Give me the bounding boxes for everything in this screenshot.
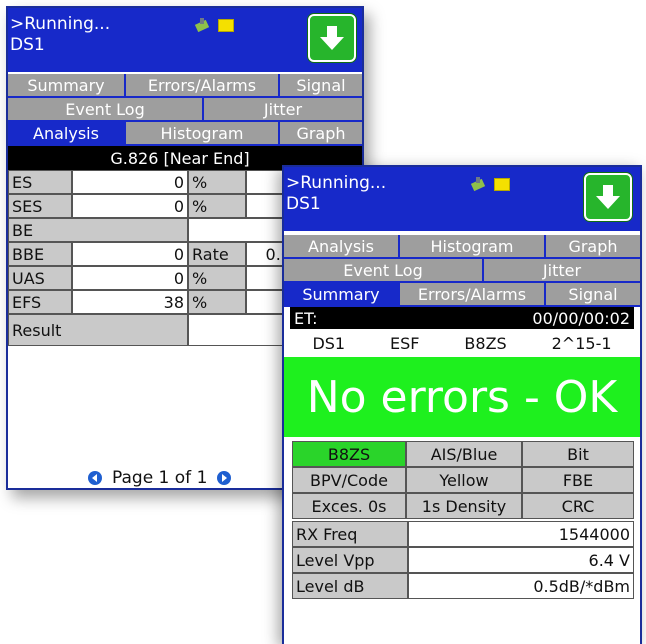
page-label: Page 1 of 1: [112, 468, 208, 488]
plug-icon: [194, 18, 212, 32]
row-label-result: Result: [8, 314, 188, 346]
tab-jitter[interactable]: Jitter: [204, 98, 362, 122]
config-pattern: 2^15-1: [551, 333, 612, 353]
tab-signal[interactable]: Signal: [546, 283, 640, 307]
indicator-crc: CRC: [522, 493, 634, 519]
meas-value-rx-freq: 1544000: [408, 521, 634, 547]
tab-summary[interactable]: Summary: [284, 283, 400, 307]
indicator-ais-blue: AIS/Blue: [406, 441, 522, 467]
row-value-bbe: 0: [72, 242, 188, 266]
config-coding: B8ZS: [464, 333, 507, 353]
indicator-ones-density: 1s Density: [406, 493, 522, 519]
row-unit-ses: %: [188, 194, 246, 218]
tab-event-log[interactable]: Event Log: [8, 98, 204, 122]
indicator-yellow: Yellow: [406, 467, 522, 493]
row-unit-es: %: [188, 170, 246, 194]
memory-card-icon: [494, 177, 510, 191]
tab-summary[interactable]: Summary: [8, 74, 126, 98]
tab-row-1: Summary Errors/Alarms Signal: [8, 74, 362, 98]
row-label-ses: SES: [8, 194, 72, 218]
row-label-efs: EFS: [8, 290, 72, 314]
row-label-uas: UAS: [8, 266, 72, 290]
row-label-be: BE: [8, 218, 188, 242]
download-arrow-icon: [320, 26, 344, 50]
indicator-excess-zeros: Exces. 0s: [292, 493, 406, 519]
tab-signal[interactable]: Signal: [280, 74, 362, 98]
result-banner: No errors - OK: [284, 357, 640, 437]
table-title-text: G.826 [Near End]: [110, 148, 250, 168]
et-value: 00/00/00:02: [532, 308, 630, 328]
tab-analysis[interactable]: Analysis: [8, 122, 126, 146]
row-label-es: ES: [8, 170, 72, 194]
config-framing: ESF: [390, 333, 420, 353]
tab-row-3: Analysis Histogram Graph: [8, 122, 362, 146]
mode-text: DS1: [10, 35, 45, 55]
row-value-efs: 38: [72, 290, 188, 314]
indicator-bpv-code: BPV/Code: [292, 467, 406, 493]
tab-jitter[interactable]: Jitter: [484, 259, 640, 283]
indicator-b8zs: B8ZS: [292, 441, 406, 467]
download-button[interactable]: [308, 14, 356, 62]
indicator-fbe: FBE: [522, 467, 634, 493]
nav-right-icon[interactable]: [217, 471, 232, 485]
meas-label-rx-freq: RX Freq: [292, 521, 408, 547]
et-label: ET:: [294, 308, 318, 328]
row-unit-uas: %: [188, 266, 246, 290]
tab-row-2: Event Log Jitter: [8, 98, 362, 122]
tab-graph[interactable]: Graph: [546, 235, 640, 259]
config-interface: DS1: [312, 333, 346, 353]
memory-card-icon: [218, 18, 234, 32]
elapsed-time-bar: ET: 00/00/00:02: [290, 307, 634, 329]
row-unit-efs: %: [188, 290, 246, 314]
front-screen: >Running... DS1 Analysis Histogram Graph…: [282, 165, 642, 644]
tab-row-3: Summary Errors/Alarms Signal: [284, 283, 640, 307]
row-value-ses: 0: [72, 194, 188, 218]
download-arrow-icon: [596, 185, 620, 209]
config-line: DS1 ESF B8ZS 2^15-1: [290, 331, 634, 355]
title-bar: >Running... DS1: [284, 167, 640, 231]
tab-row-2: Event Log Jitter: [284, 259, 640, 283]
meas-value-level-db: 0.5dB/*dBm: [408, 573, 634, 599]
row-value-es: 0: [72, 170, 188, 194]
pagination: Page 1 of 1: [88, 468, 232, 488]
status-text: >Running...: [10, 14, 111, 34]
plug-icon: [470, 177, 488, 191]
tab-row-1: Analysis Histogram Graph: [284, 235, 640, 259]
tab-histogram[interactable]: Histogram: [400, 235, 546, 259]
meas-label-level-vpp: Level Vpp: [292, 547, 408, 573]
tab-analysis[interactable]: Analysis: [284, 235, 400, 259]
indicator-bit: Bit: [522, 441, 634, 467]
row-label-bbe: BBE: [8, 242, 72, 266]
row-value-uas: 0: [72, 266, 188, 290]
tab-event-log[interactable]: Event Log: [284, 259, 484, 283]
tab-graph[interactable]: Graph: [280, 122, 362, 146]
nav-left-icon[interactable]: [88, 471, 102, 485]
row-unit-bbe: Rate: [188, 242, 246, 266]
meas-label-level-db: Level dB: [292, 573, 408, 599]
download-button[interactable]: [584, 173, 632, 221]
tab-errors-alarms[interactable]: Errors/Alarms: [400, 283, 546, 307]
title-bar: >Running... DS1: [8, 8, 362, 72]
tab-errors-alarms[interactable]: Errors/Alarms: [126, 74, 280, 98]
meas-value-level-vpp: 6.4 V: [408, 547, 634, 573]
status-text: >Running...: [286, 173, 387, 193]
mode-text: DS1: [286, 194, 321, 214]
tab-histogram[interactable]: Histogram: [126, 122, 280, 146]
